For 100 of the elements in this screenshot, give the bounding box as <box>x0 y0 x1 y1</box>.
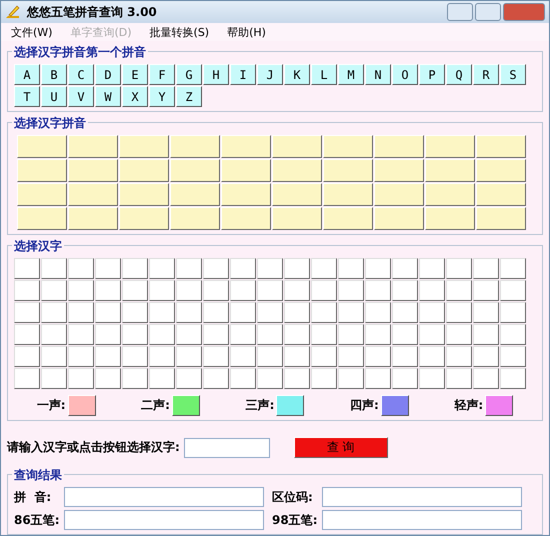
hanzi-button[interactable] <box>500 324 526 345</box>
menu-item[interactable]: 帮助(H) <box>227 24 266 40</box>
result-field[interactable] <box>322 487 522 507</box>
hanzi-button[interactable] <box>68 368 94 389</box>
hanzi-button[interactable] <box>365 280 391 301</box>
pinyin-button[interactable] <box>374 159 424 182</box>
menu-item[interactable]: 批量转换(S) <box>150 24 210 40</box>
hanzi-button[interactable] <box>419 258 445 279</box>
hanzi-button[interactable] <box>473 346 499 367</box>
hanzi-button[interactable] <box>122 280 148 301</box>
hanzi-button[interactable] <box>392 258 418 279</box>
hanzi-button[interactable] <box>95 368 121 389</box>
hanzi-button[interactable] <box>257 258 283 279</box>
hanzi-button[interactable] <box>446 324 472 345</box>
pinyin-button[interactable] <box>272 183 322 206</box>
hanzi-button[interactable] <box>446 346 472 367</box>
hanzi-button[interactable] <box>365 302 391 323</box>
hanzi-button[interactable] <box>122 302 148 323</box>
hanzi-button[interactable] <box>311 324 337 345</box>
query-button[interactable]: 查 询 <box>294 437 388 458</box>
hanzi-button[interactable] <box>311 280 337 301</box>
hanzi-button[interactable] <box>176 324 202 345</box>
hanzi-button[interactable] <box>392 280 418 301</box>
hanzi-button[interactable] <box>203 324 229 345</box>
pinyin-button[interactable] <box>323 207 373 230</box>
hanzi-button[interactable] <box>203 346 229 367</box>
hanzi-button[interactable] <box>176 280 202 301</box>
pinyin-button[interactable] <box>17 207 67 230</box>
hanzi-button[interactable] <box>230 258 256 279</box>
letter-button[interactable]: Y <box>149 86 175 107</box>
hanzi-button[interactable] <box>284 324 310 345</box>
pinyin-button[interactable] <box>119 183 169 206</box>
hanzi-button[interactable] <box>365 346 391 367</box>
letter-button[interactable]: U <box>41 86 67 107</box>
hanzi-button[interactable] <box>149 280 175 301</box>
letter-button[interactable]: N <box>365 64 391 85</box>
pinyin-button[interactable] <box>68 159 118 182</box>
hanzi-button[interactable] <box>68 346 94 367</box>
letter-button[interactable]: F <box>149 64 175 85</box>
pinyin-button[interactable] <box>17 183 67 206</box>
hanzi-button[interactable] <box>203 258 229 279</box>
pinyin-button[interactable] <box>425 159 475 182</box>
hanzi-button[interactable] <box>230 280 256 301</box>
pinyin-button[interactable] <box>170 159 220 182</box>
hanzi-button[interactable] <box>149 302 175 323</box>
hanzi-button[interactable] <box>392 302 418 323</box>
hanzi-button[interactable] <box>392 368 418 389</box>
hanzi-button[interactable] <box>41 368 67 389</box>
pinyin-button[interactable] <box>221 183 271 206</box>
letter-button[interactable]: L <box>311 64 337 85</box>
hanzi-button[interactable] <box>176 346 202 367</box>
pinyin-button[interactable] <box>476 135 526 158</box>
pinyin-button[interactable] <box>476 159 526 182</box>
hanzi-button[interactable] <box>14 324 40 345</box>
hanzi-button[interactable] <box>230 324 256 345</box>
hanzi-button[interactable] <box>230 346 256 367</box>
letter-button[interactable]: X <box>122 86 148 107</box>
hanzi-button[interactable] <box>446 368 472 389</box>
letter-button[interactable]: G <box>176 64 202 85</box>
pinyin-button[interactable] <box>272 159 322 182</box>
hanzi-button[interactable] <box>230 368 256 389</box>
hanzi-button[interactable] <box>338 302 364 323</box>
pinyin-button[interactable] <box>323 159 373 182</box>
hanzi-button[interactable] <box>257 280 283 301</box>
hanzi-button[interactable] <box>95 346 121 367</box>
pinyin-button[interactable] <box>119 159 169 182</box>
hanzi-button[interactable] <box>230 302 256 323</box>
pinyin-button[interactable] <box>68 135 118 158</box>
hanzi-button[interactable] <box>41 346 67 367</box>
hanzi-button[interactable] <box>338 258 364 279</box>
hanzi-button[interactable] <box>473 368 499 389</box>
hanzi-button[interactable] <box>41 258 67 279</box>
hanzi-button[interactable] <box>68 280 94 301</box>
hanzi-button[interactable] <box>14 280 40 301</box>
hanzi-button[interactable] <box>122 324 148 345</box>
letter-button[interactable]: D <box>95 64 121 85</box>
letter-button[interactable]: Z <box>176 86 202 107</box>
letter-button[interactable]: K <box>284 64 310 85</box>
letter-button[interactable]: T <box>14 86 40 107</box>
hanzi-button[interactable] <box>203 368 229 389</box>
letter-button[interactable]: M <box>338 64 364 85</box>
hanzi-button[interactable] <box>419 324 445 345</box>
pinyin-button[interactable] <box>119 207 169 230</box>
hanzi-button[interactable] <box>473 280 499 301</box>
pinyin-button[interactable] <box>323 183 373 206</box>
hanzi-button[interactable] <box>473 302 499 323</box>
hanzi-button[interactable] <box>68 258 94 279</box>
pinyin-button[interactable] <box>170 183 220 206</box>
hanzi-button[interactable] <box>338 324 364 345</box>
letter-button[interactable]: J <box>257 64 283 85</box>
hanzi-button[interactable] <box>176 302 202 323</box>
hanzi-button[interactable] <box>473 324 499 345</box>
pinyin-button[interactable] <box>272 207 322 230</box>
hanzi-button[interactable] <box>392 324 418 345</box>
pinyin-button[interactable] <box>425 183 475 206</box>
hanzi-button[interactable] <box>41 280 67 301</box>
pinyin-button[interactable] <box>221 207 271 230</box>
pinyin-button[interactable] <box>425 135 475 158</box>
hanzi-button[interactable] <box>311 368 337 389</box>
hanzi-button[interactable] <box>338 346 364 367</box>
